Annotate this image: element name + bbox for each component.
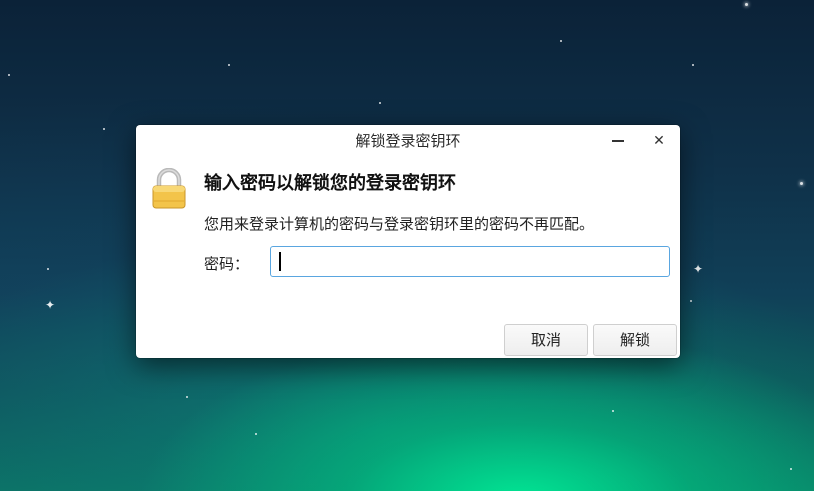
dialog-title: 解锁登录密钥环 [355, 132, 461, 150]
sparkle-star: ✦ [45, 298, 56, 312]
unlock-button[interactable]: 解锁 [593, 324, 677, 356]
dialog-message: 您用来登录计算机的密码与登录密钥环里的密码不再匹配。 [204, 215, 595, 233]
star [228, 64, 230, 66]
password-label: 密码： [204, 255, 250, 273]
password-input[interactable] [270, 246, 670, 277]
minimize-icon [612, 140, 624, 142]
unlock-keyring-dialog: 解锁登录密钥环 ✕ 输入密码以解锁您的登录密钥环 您用来登录计算机的密码与登录密… [136, 125, 680, 358]
star [103, 128, 105, 130]
star [560, 40, 562, 42]
star [379, 102, 381, 104]
text-caret [279, 252, 281, 271]
dialog-heading: 输入密码以解锁您的登录密钥环 [204, 173, 456, 194]
sparkle-star: ✦ [693, 262, 704, 276]
star [745, 3, 748, 6]
star [692, 64, 694, 66]
star [186, 396, 188, 398]
star [690, 300, 692, 302]
cancel-button[interactable]: 取消 [504, 324, 588, 356]
star [47, 268, 49, 270]
close-icon: ✕ [653, 133, 665, 149]
star [790, 468, 792, 470]
dialog-titlebar[interactable]: 解锁登录密钥环 ✕ [136, 125, 680, 157]
star [800, 182, 803, 185]
minimize-button[interactable] [606, 129, 630, 153]
padlock-icon [152, 168, 186, 209]
star [612, 410, 614, 412]
star [255, 433, 257, 435]
close-button[interactable]: ✕ [647, 129, 671, 153]
star [8, 74, 10, 76]
